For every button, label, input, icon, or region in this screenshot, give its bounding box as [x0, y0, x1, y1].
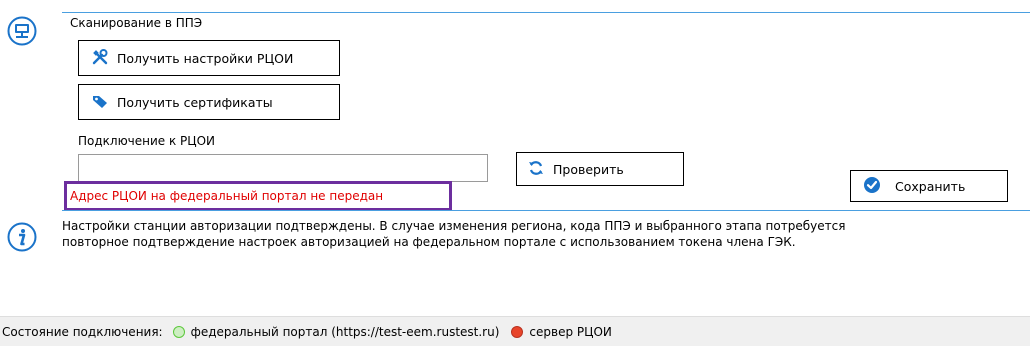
- check-button-label: Проверить: [553, 161, 624, 177]
- check-button[interactable]: Проверить: [516, 152, 684, 186]
- save-button-label: Сохранить: [895, 178, 966, 194]
- error-message: Адрес РЦОИ на федеральный портал не пере…: [70, 189, 384, 203]
- rcoi-connection-label: Подключение к РЦОИ: [78, 134, 216, 148]
- section-separator-bottom: [62, 210, 1030, 211]
- info-icon: [7, 222, 37, 252]
- portal-status-label: федеральный портал (https://test-eem.rus…: [190, 324, 500, 339]
- rcoi-address-input[interactable]: [78, 154, 488, 182]
- tools-icon: [91, 48, 109, 69]
- info-message: Настройки станции авторизации подтвержде…: [62, 218, 1022, 250]
- get-certificates-button[interactable]: Получить сертификаты: [78, 84, 340, 120]
- rcoi-server-status-label: сервер РЦОИ: [529, 324, 612, 339]
- portal-status-icon: [172, 325, 185, 338]
- check-circle-icon: [863, 176, 881, 197]
- info-line-1: Настройки станции авторизации подтвержде…: [62, 219, 846, 233]
- scan-section-title: Сканирование в ППЭ: [70, 16, 203, 30]
- save-button[interactable]: Сохранить: [850, 170, 1008, 202]
- refresh-icon: [527, 159, 545, 180]
- get-rcoi-settings-button[interactable]: Получить настройки РЦОИ: [78, 40, 340, 76]
- status-label: Состояние подключения:: [2, 324, 163, 339]
- get-certificates-label: Получить сертификаты: [117, 94, 273, 110]
- tag-icon: [91, 92, 109, 113]
- section-separator-top: [62, 12, 1030, 13]
- status-bar: Состояние подключения: федеральный порта…: [0, 316, 1030, 346]
- info-line-2: повторное подтверждение настроек авториз…: [62, 235, 796, 249]
- rcoi-server-status-icon: [511, 325, 524, 338]
- monitor-network-icon: [7, 16, 37, 46]
- get-rcoi-settings-label: Получить настройки РЦОИ: [117, 50, 294, 66]
